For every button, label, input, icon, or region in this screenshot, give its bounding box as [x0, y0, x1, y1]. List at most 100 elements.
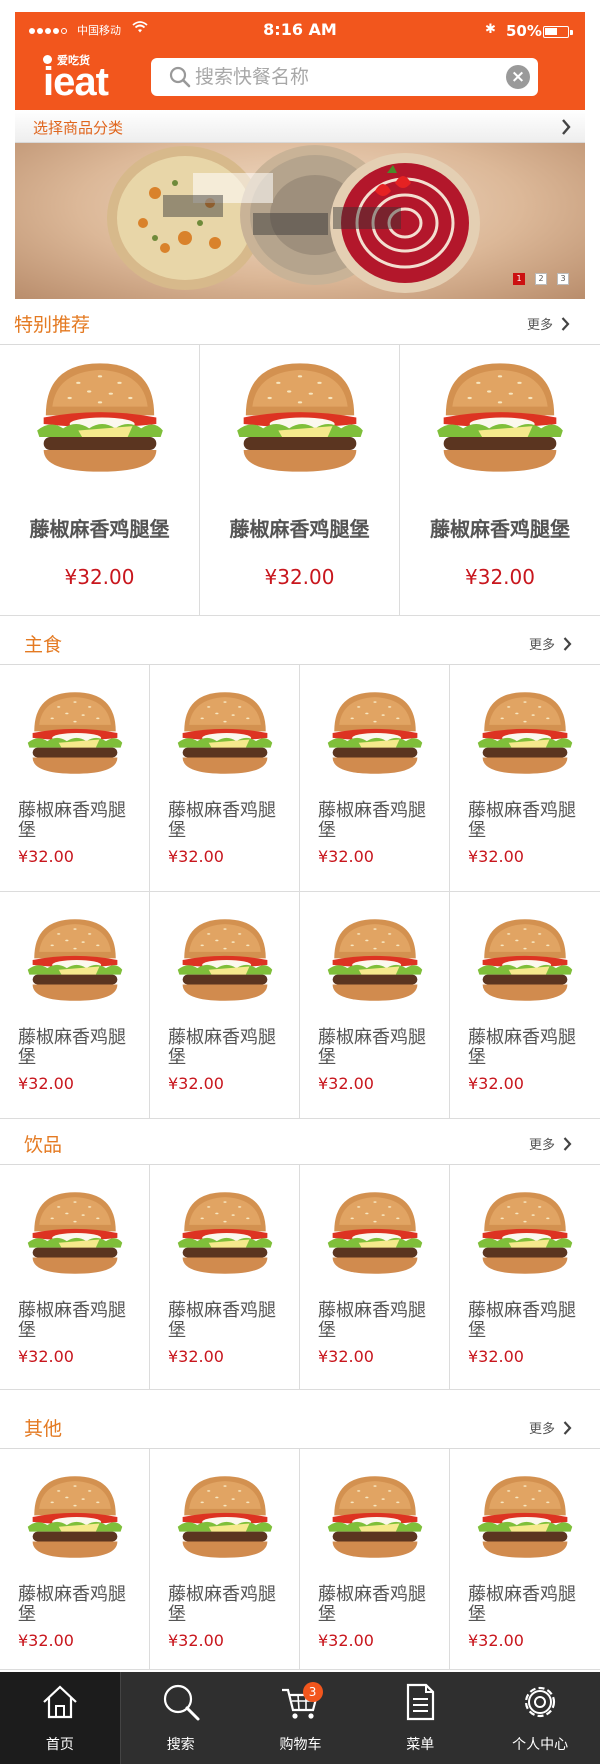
product-card[interactable]: 藤椒麻香鸡腿堡 ¥32.00: [450, 1449, 600, 1670]
product-name: 藤椒麻香鸡腿堡: [168, 1300, 276, 1341]
product-name: 藤椒麻香鸡腿堡: [318, 1300, 426, 1341]
bluetooth-icon: ✱: [485, 22, 496, 37]
category-selector-label: 选择商品分类: [33, 119, 124, 137]
ieat-logo[interactable]: 爱吃货 ieat: [43, 54, 143, 106]
product-card[interactable]: 藤椒麻香鸡腿堡 ¥32.00: [0, 1165, 150, 1390]
tab-home[interactable]: 首页: [0, 1672, 121, 1764]
burger-image: [177, 692, 273, 774]
burger-image: [477, 692, 573, 774]
burger-image: [27, 919, 123, 1001]
product-price: ¥32.00: [468, 847, 524, 866]
burger-image: [327, 919, 423, 1001]
product-card[interactable]: 藤椒麻香鸡腿堡 ¥32.00: [200, 345, 400, 616]
promo-banner[interactable]: 123: [15, 143, 585, 299]
product-card[interactable]: 藤椒麻香鸡腿堡 ¥32.00: [0, 892, 150, 1119]
burger-image: [27, 692, 123, 774]
burger-image: [177, 919, 273, 1001]
section-header: 特别推荐 更多: [0, 300, 600, 344]
banner-page-dot[interactable]: 2: [535, 273, 547, 285]
product-image: [235, 359, 365, 480]
section-title: 特别推荐: [14, 314, 91, 336]
banner-pagination: 123: [513, 273, 569, 285]
product-price: ¥32.00: [18, 1074, 74, 1093]
product-price: ¥32.00: [468, 1347, 524, 1366]
product-name: 藤椒麻香鸡腿堡: [229, 517, 370, 541]
section-header: 主食 更多: [0, 620, 600, 664]
product-image: [35, 359, 165, 480]
product-card[interactable]: 藤椒麻香鸡腿堡 ¥32.00: [0, 665, 150, 892]
burger-image: [477, 1476, 573, 1558]
product-card[interactable]: 藤椒麻香鸡腿堡 ¥32.00: [150, 665, 300, 892]
product-name: 藤椒麻香鸡腿堡: [18, 800, 126, 841]
category-selector[interactable]: 选择商品分类: [15, 110, 585, 143]
tab-settings[interactable]: 个人中心: [480, 1672, 600, 1764]
product-card[interactable]: 藤椒麻香鸡腿堡 ¥32.00: [300, 1165, 450, 1390]
status-bar: 中国移动 8:16 AM ✱ 50%: [15, 12, 585, 48]
product-card[interactable]: 藤椒麻香鸡腿堡 ¥32.00: [450, 1165, 600, 1390]
product-card[interactable]: 藤椒麻香鸡腿堡 ¥32.00: [450, 665, 600, 892]
menu-icon: [407, 1683, 435, 1721]
banner-page-dot[interactable]: 3: [557, 273, 569, 285]
product-card[interactable]: 藤椒麻香鸡腿堡 ¥32.00: [0, 1449, 150, 1670]
product-card[interactable]: 藤椒麻香鸡腿堡 ¥32.00: [150, 892, 300, 1119]
burger-image: [177, 1476, 273, 1558]
product-image: [26, 1473, 124, 1565]
product-image: [176, 689, 274, 781]
section-header: 其他 更多: [0, 1404, 600, 1448]
tab-label: 菜单: [406, 1737, 435, 1753]
product-price: ¥32.00: [168, 1347, 224, 1366]
tab-search[interactable]: 搜索: [121, 1672, 241, 1764]
chevron-right-icon: [562, 119, 571, 135]
product-card[interactable]: 藤椒麻香鸡腿堡 ¥32.00: [300, 892, 450, 1119]
product-image: [326, 1189, 424, 1281]
search-icon: [163, 1684, 200, 1721]
burger-image: [27, 1192, 123, 1274]
more-link[interactable]: 更多: [527, 314, 570, 333]
more-link[interactable]: 更多: [529, 634, 572, 653]
product-name: 藤椒麻香鸡腿堡: [430, 517, 570, 541]
product-image: [176, 1189, 274, 1281]
pizza-image: [107, 145, 480, 293]
burger-image: [37, 363, 163, 472]
product-image: [26, 1189, 124, 1281]
product-image: [26, 916, 124, 1008]
home-icon: [43, 1685, 77, 1719]
settings-icon: [524, 1686, 556, 1718]
more-link[interactable]: 更多: [529, 1134, 572, 1153]
product-card[interactable]: 藤椒麻香鸡腿堡 ¥32.00: [300, 1449, 450, 1670]
logo-text: ieat: [43, 60, 109, 104]
product-card[interactable]: 藤椒麻香鸡腿堡 ¥32.00: [0, 345, 200, 616]
burger-image: [327, 1476, 423, 1558]
banner-page-dot[interactable]: 1: [513, 273, 525, 285]
chevron-right-icon: [563, 1420, 572, 1435]
burger-image: [27, 1476, 123, 1558]
product-name: 藤椒麻香鸡腿堡: [468, 1584, 576, 1625]
search-box[interactable]: ×: [151, 58, 538, 96]
product-name: 藤椒麻香鸡腿堡: [468, 1300, 576, 1341]
product-card[interactable]: 藤椒麻香鸡腿堡 ¥32.00: [150, 1449, 300, 1670]
product-row: 藤椒麻香鸡腿堡 ¥32.00 藤椒麻香鸡腿堡 ¥32.00 藤椒麻香鸡腿堡 ¥32.0…: [0, 344, 600, 616]
product-card[interactable]: 藤椒麻香鸡腿堡 ¥32.00: [150, 1165, 300, 1390]
product-name: 藤椒麻香鸡腿堡: [168, 1584, 276, 1625]
section-title: 饮品: [24, 1134, 63, 1156]
product-name: 藤椒麻香鸡腿堡: [168, 800, 276, 841]
product-image: [326, 1473, 424, 1565]
more-label: 更多: [526, 318, 553, 333]
tab-menu[interactable]: 菜单: [360, 1672, 480, 1764]
section-header: 饮品 更多: [0, 1120, 600, 1164]
product-image: [476, 916, 574, 1008]
more-link[interactable]: 更多: [529, 1418, 572, 1437]
product-card[interactable]: 藤椒麻香鸡腿堡 ¥32.00: [400, 345, 600, 616]
tab-cart[interactable]: 购物车 3: [241, 1672, 361, 1764]
product-card[interactable]: 藤椒麻香鸡腿堡 ¥32.00: [300, 665, 450, 892]
burger-image: [237, 363, 363, 472]
product-image: [176, 1473, 274, 1565]
section-title: 其他: [24, 1418, 63, 1440]
clear-search-icon[interactable]: ×: [506, 65, 530, 89]
product-image: [435, 359, 565, 480]
search-input[interactable]: [195, 63, 485, 91]
product-price: ¥32.00: [468, 1074, 524, 1093]
chevron-right-icon: [563, 636, 572, 651]
more-label: 更多: [528, 638, 555, 653]
product-card[interactable]: 藤椒麻香鸡腿堡 ¥32.00: [450, 892, 600, 1119]
